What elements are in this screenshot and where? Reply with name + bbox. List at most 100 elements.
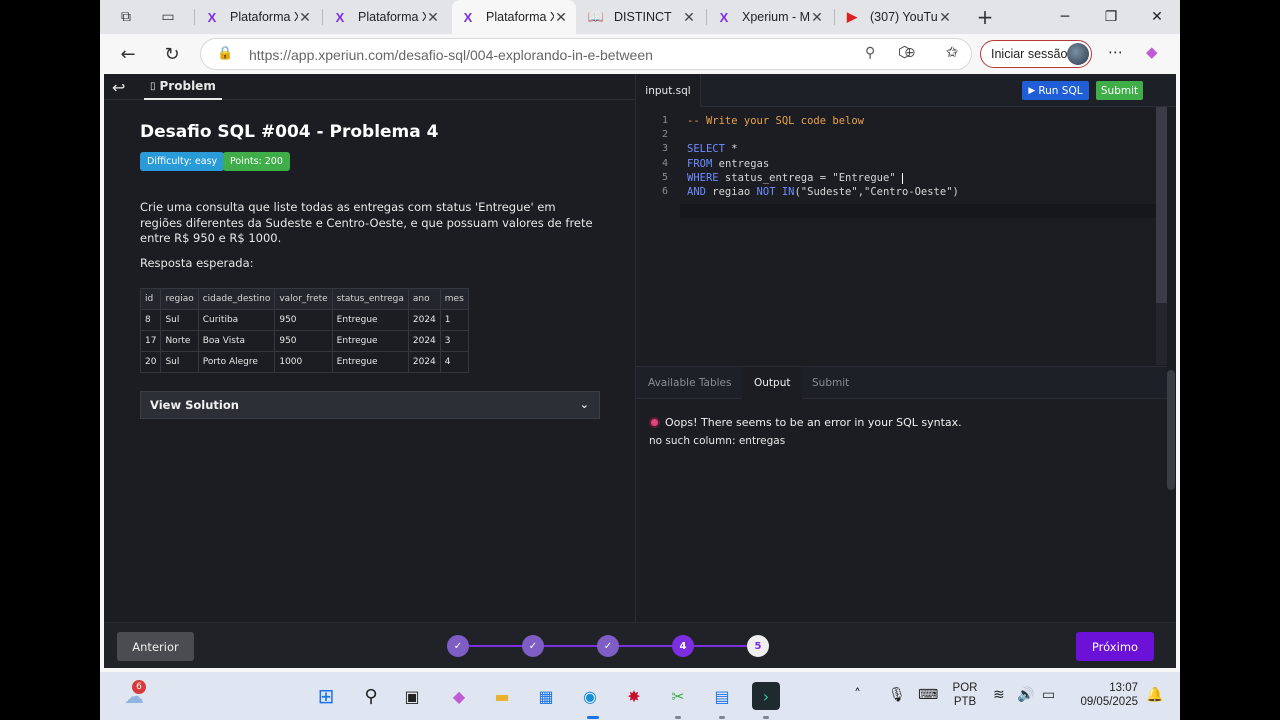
tab-distinct[interactable]: 📖 DISTINCT ✕ bbox=[580, 0, 704, 34]
column-header: ano bbox=[407, 288, 441, 310]
address-bar[interactable]: 🔒 https://app.xperiun.com/desafio-sql/00… bbox=[200, 38, 972, 70]
editor-pane: input.sql ▶ Run SQL Submit 1 2 3 4 5 6 -… bbox=[636, 74, 1176, 622]
close-tab-icon[interactable]: ✕ bbox=[810, 9, 824, 26]
close-tab-icon[interactable]: ✕ bbox=[554, 9, 568, 26]
battery-icon[interactable]: ▭ bbox=[1042, 687, 1055, 703]
table-cell: Entregue bbox=[331, 330, 409, 352]
error-message: no such column: entregas bbox=[649, 435, 786, 447]
search-icon[interactable]: ⚲ bbox=[357, 682, 385, 710]
wifi-icon[interactable]: ≋ bbox=[993, 687, 1005, 703]
keyboard-icon[interactable]: ⌨ bbox=[918, 687, 938, 703]
xperium-icon: X bbox=[335, 9, 345, 25]
column-header: id bbox=[139, 288, 162, 310]
volume-icon[interactable]: 🔊 bbox=[1017, 687, 1034, 703]
copilot-icon[interactable]: ◆ bbox=[445, 682, 473, 710]
store-icon[interactable]: ▦ bbox=[532, 682, 560, 710]
book-icon: 📖 bbox=[587, 9, 605, 24]
code-line-6: AND regiao NOT IN("Sudeste","Centro-Oest… bbox=[687, 186, 959, 198]
code-line-5: WHERE status_entrega = "Entregue" bbox=[687, 172, 903, 184]
table-cell: 950 bbox=[274, 309, 333, 331]
output-scrollbar-thumb[interactable] bbox=[1167, 370, 1175, 490]
tab-available-tables[interactable]: Available Tables bbox=[636, 367, 744, 399]
step-1[interactable]: ✓ bbox=[447, 635, 469, 657]
step-3[interactable]: ✓ bbox=[597, 635, 619, 657]
refresh-icon[interactable]: ↻ bbox=[158, 40, 186, 68]
back-icon[interactable]: ← bbox=[114, 40, 142, 68]
line-number: 4 bbox=[661, 158, 668, 169]
notepad-icon[interactable]: ▤ bbox=[708, 682, 736, 710]
task-view-icon[interactable]: ▣ bbox=[398, 682, 426, 710]
file-explorer-icon[interactable]: ▬ bbox=[488, 682, 516, 710]
table-cell: 17 bbox=[139, 330, 162, 352]
signin-button[interactable]: Iniciar sessão bbox=[980, 40, 1092, 68]
terminal-icon[interactable]: › bbox=[752, 682, 780, 710]
microphone-icon[interactable]: 🎙 bbox=[888, 687, 906, 703]
table-cell: Entregue bbox=[331, 351, 409, 373]
tab-submit[interactable]: Submit bbox=[800, 367, 861, 399]
url-text: https://app.xperiun.com/desafio-sql/004-… bbox=[249, 47, 653, 63]
document-icon: ▯ bbox=[150, 80, 156, 92]
close-tab-icon[interactable]: ✕ bbox=[298, 9, 312, 26]
tab-plataforma-active[interactable]: X Plataforma X ✕ bbox=[452, 0, 576, 34]
windows-start-icon[interactable]: ⊞ bbox=[312, 682, 340, 710]
restore-icon[interactable]: ❐ bbox=[1088, 0, 1134, 34]
line-number: 6 bbox=[661, 186, 668, 197]
tab-xperium[interactable]: X Xperium - M ✕ bbox=[708, 0, 832, 34]
workspaces-icon[interactable]: ⧉ bbox=[115, 6, 137, 28]
notifications-icon[interactable]: 🔔 bbox=[1146, 687, 1163, 703]
tab-plataforma-1[interactable]: X Plataforma X ✕ bbox=[196, 0, 320, 34]
table-row: 8 Sul Curitiba 950 Entregue 2024 1 bbox=[139, 309, 469, 331]
step-4[interactable]: 4 bbox=[672, 635, 694, 657]
zoom-icon[interactable]: ⚲ bbox=[865, 45, 875, 61]
address-bar-row: ← ↻ 🔒 https://app.xperiun.com/desafio-sq… bbox=[100, 34, 1180, 74]
language-indicator[interactable]: POR PTB bbox=[948, 682, 982, 708]
edge-icon[interactable]: ◉ bbox=[576, 682, 604, 710]
problem-pane: ↩ ▯ Problem Desafio SQL #004 - Problema … bbox=[104, 74, 635, 622]
close-window-icon[interactable]: ✕ bbox=[1134, 0, 1180, 34]
snipping-tool-icon[interactable]: ✂ bbox=[664, 682, 692, 710]
next-button[interactable]: Próximo bbox=[1076, 632, 1154, 661]
close-tab-icon[interactable]: ✕ bbox=[682, 9, 696, 26]
column-header: regiao bbox=[160, 288, 199, 310]
table-cell: Norte bbox=[160, 330, 199, 352]
browser-window: ⧉ ▭ X Plataforma X ✕ X Plataforma X ✕ X … bbox=[100, 0, 1180, 672]
code-line-1: -- Write your SQL code below bbox=[687, 115, 865, 127]
table-cell: 8 bbox=[139, 309, 162, 331]
copilot-icon[interactable]: ◆ bbox=[1146, 43, 1158, 61]
table-cell: 1000 bbox=[274, 351, 333, 373]
table-cell: 4 bbox=[439, 351, 469, 373]
new-tab-icon[interactable]: + bbox=[974, 5, 996, 29]
step-5[interactable]: 5 bbox=[747, 635, 769, 657]
sql-editor[interactable]: 1 2 3 4 5 6 -- Write your SQL code below… bbox=[636, 107, 1176, 365]
chevron-up-icon[interactable]: ˄ bbox=[854, 687, 861, 703]
screen-border-right bbox=[1180, 0, 1280, 720]
xperium-icon: X bbox=[463, 9, 473, 25]
minimize-icon[interactable]: ─ bbox=[1042, 0, 1088, 34]
tab-actions-icon[interactable]: ▭ bbox=[157, 6, 179, 28]
favorites-icon[interactable]: ✩ bbox=[946, 43, 959, 61]
tab-input-sql[interactable]: input.sql bbox=[636, 74, 701, 107]
view-solution-button[interactable]: View Solution ⌄ bbox=[140, 391, 600, 419]
youtube-icon: ▶ bbox=[847, 9, 857, 24]
tab-output[interactable]: Output bbox=[742, 367, 803, 399]
difficulty-badge: Difficulty: easy bbox=[140, 152, 225, 171]
close-tab-icon[interactable]: ✕ bbox=[426, 9, 440, 26]
submit-button[interactable]: Submit bbox=[1096, 81, 1143, 100]
tab-plataforma-2[interactable]: X Plataforma X ✕ bbox=[324, 0, 448, 34]
editor-scrollbar-thumb[interactable] bbox=[1156, 107, 1167, 303]
run-sql-button[interactable]: ▶ Run SQL bbox=[1022, 81, 1089, 100]
previous-button[interactable]: Anterior bbox=[117, 632, 194, 661]
step-2[interactable]: ✓ bbox=[522, 635, 544, 657]
extensions-icon[interactable]: ⬡ bbox=[898, 43, 911, 61]
table-header-row: id regiao cidade_destino valor_frete sta… bbox=[139, 288, 469, 310]
back-arrow-icon[interactable]: ↩ bbox=[112, 78, 125, 97]
app-icon[interactable]: ✸ bbox=[620, 682, 648, 710]
tab-problem[interactable]: ▯ Problem bbox=[144, 74, 222, 100]
table-cell: 2024 bbox=[407, 330, 441, 352]
page-content: ↩ ▯ Problem Desafio SQL #004 - Problema … bbox=[104, 74, 1176, 668]
clock[interactable]: 13:07 09/05/2025 bbox=[1068, 682, 1138, 708]
more-menu-icon[interactable]: ⋯ bbox=[1108, 43, 1123, 61]
output-tab-bar: Available Tables Output Submit bbox=[636, 366, 1176, 399]
close-tab-icon[interactable]: ✕ bbox=[938, 9, 952, 26]
tab-youtube[interactable]: ▶ (307) YouTub ✕ bbox=[836, 0, 960, 34]
